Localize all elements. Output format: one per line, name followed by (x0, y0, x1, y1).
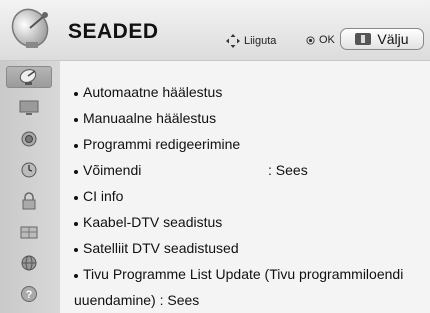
menu-item-tivu-update[interactable]: Tivu Programme List Update (Tivu program… (74, 266, 403, 282)
lock-icon (22, 192, 36, 210)
clock-icon (21, 162, 37, 178)
menu-item-label: Võimendi (83, 162, 142, 178)
sidebar-item-time[interactable] (6, 159, 52, 181)
navigate-label: Liiguta (244, 35, 277, 47)
sidebar-item-options[interactable] (6, 221, 52, 243)
bullet (74, 92, 78, 97)
page-title: SEADED (68, 20, 159, 43)
speaker-icon (21, 131, 37, 147)
bullet (74, 222, 78, 227)
exit-key-icon (355, 33, 372, 45)
menu-item-label: Kaabel-DTV seadistus (83, 214, 223, 230)
menu-item-booster[interactable]: Võimendi : Sees (74, 162, 414, 178)
booster-value: : Sees (268, 162, 308, 178)
exit-label: Välju (377, 31, 409, 47)
sidebar-item-network[interactable] (6, 252, 52, 274)
sidebar-item-audio[interactable] (6, 128, 52, 150)
sidebar-item-support[interactable]: ? (6, 283, 52, 305)
satellite-dish-icon (19, 69, 37, 85)
help-icon: ? (21, 286, 37, 302)
ok-label: OK (319, 34, 335, 46)
menu-item-label: CI info (83, 188, 124, 204)
sidebar-item-setup[interactable] (6, 66, 52, 88)
menu-item-label: Manuaalne häälestus (83, 110, 217, 126)
satellite-dish-icon (11, 8, 49, 48)
settings-screen: SEADED Liiguta OK Välju ? Automaatne hää… (0, 0, 430, 313)
bullet (74, 274, 78, 279)
svg-text:?: ? (26, 289, 33, 301)
menu-item-label: Tivu Programme List Update (Tivu program… (83, 266, 404, 282)
exit-button[interactable]: Välju (340, 28, 424, 50)
tv-screen-icon (19, 100, 39, 115)
category-sidebar: ? (0, 61, 60, 313)
menu-item-program-edit[interactable]: Programmi redigeerimine (74, 136, 240, 152)
menu-item-label: uuendamine) : Sees (74, 292, 200, 308)
menu-item-cable-dtv[interactable]: Kaabel-DTV seadistus (74, 214, 222, 230)
sidebar-item-lock[interactable] (6, 190, 52, 212)
bullet (74, 196, 78, 201)
ok-hint: OK (306, 34, 335, 46)
settings-menu: Automaatne häälestus Manuaalne häälestus… (60, 61, 430, 313)
menu-item-label: Satelliit DTV seadistused (83, 240, 239, 256)
menu-item-tivu-update-continued: uuendamine) : Sees (74, 292, 199, 308)
menu-item-label: Programmi redigeerimine (83, 136, 241, 152)
bullet (74, 170, 78, 175)
menu-item-auto-tuning[interactable]: Automaatne häälestus (74, 84, 222, 100)
menu-item-satellite-dtv[interactable]: Satelliit DTV seadistused (74, 240, 239, 256)
arrows-icon (226, 34, 240, 48)
bullet (74, 248, 78, 253)
navigate-hint: Liiguta (226, 34, 276, 48)
menu-item-label: Automaatne häälestus (83, 84, 223, 100)
ok-circle-icon (306, 35, 315, 45)
menu-item-manual-tuning[interactable]: Manuaalne häälestus (74, 110, 216, 126)
options-box-icon (20, 226, 38, 239)
header-bar: SEADED Liiguta OK Välju (0, 0, 430, 61)
bullet (74, 144, 78, 149)
network-globe-icon (21, 255, 37, 271)
sidebar-item-picture[interactable] (6, 97, 52, 119)
bullet (74, 118, 78, 123)
menu-item-ci-info[interactable]: CI info (74, 188, 123, 204)
